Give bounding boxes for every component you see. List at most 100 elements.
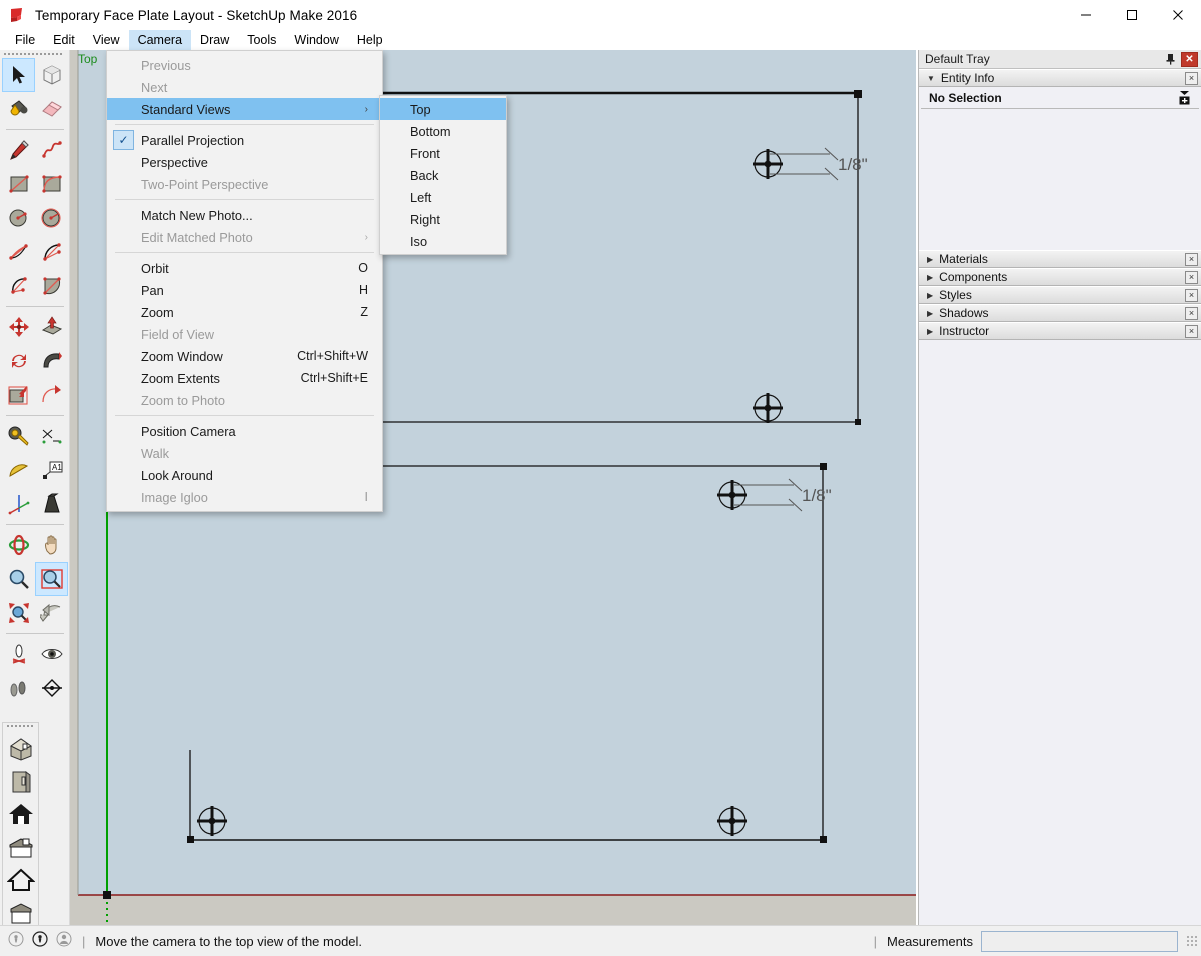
panel-close-instructor[interactable]: × bbox=[1185, 324, 1198, 338]
menu-item-look-around[interactable]: Look Around bbox=[107, 464, 382, 486]
camera-menu-dropdown[interactable]: Previous Next Standard Views › ✓ Parallel Pro… bbox=[106, 50, 383, 512]
submenu-item-front[interactable]: Front bbox=[380, 142, 506, 164]
menu-help[interactable]: Help bbox=[348, 30, 392, 50]
tray-close-button[interactable]: ✕ bbox=[1181, 51, 1198, 67]
offset-icon[interactable] bbox=[35, 378, 68, 412]
menu-item-zoom-window[interactable]: Zoom Window Ctrl+Shift+W bbox=[107, 345, 382, 367]
panel-header-styles[interactable]: ▶ Styles × bbox=[919, 286, 1201, 304]
orbit-icon[interactable] bbox=[2, 528, 35, 562]
two-point-arc-icon[interactable] bbox=[35, 235, 68, 269]
make-component-icon[interactable] bbox=[35, 58, 68, 92]
submenu-item-right[interactable]: Right bbox=[380, 208, 506, 230]
menu-tools[interactable]: Tools bbox=[238, 30, 285, 50]
front-view-icon[interactable] bbox=[3, 764, 38, 797]
eraser-icon[interactable] bbox=[35, 92, 68, 126]
paint-bucket-icon[interactable] bbox=[2, 92, 35, 126]
menu-item-label: Image Igloo bbox=[141, 489, 208, 505]
toolbar-row bbox=[2, 562, 68, 596]
toolbar-row: A1 bbox=[2, 453, 68, 487]
pan-hand-icon[interactable] bbox=[35, 528, 68, 562]
default-tray: Default Tray ✕ ▼ Entity Info × No Select… bbox=[918, 50, 1201, 925]
follow-me-icon[interactable] bbox=[35, 344, 68, 378]
toolbar-grip[interactable] bbox=[4, 52, 64, 57]
resize-grip-icon[interactable] bbox=[1186, 935, 1198, 947]
back-view-icon[interactable] bbox=[3, 863, 38, 896]
measurements-input[interactable] bbox=[981, 930, 1178, 952]
person-circle-icon[interactable] bbox=[56, 931, 72, 952]
panel-close-entity-info[interactable]: × bbox=[1185, 71, 1198, 85]
select-arrow-icon[interactable] bbox=[2, 58, 35, 92]
three-point-arc-icon[interactable] bbox=[2, 269, 35, 303]
walk-icon[interactable] bbox=[2, 671, 35, 705]
menu-item-label: Standard Views bbox=[141, 101, 231, 117]
protractor-icon[interactable] bbox=[2, 453, 35, 487]
scale-icon[interactable] bbox=[2, 378, 35, 412]
panel-close-materials[interactable]: × bbox=[1185, 252, 1198, 266]
polygon-icon[interactable] bbox=[35, 201, 68, 235]
axes-icon[interactable] bbox=[2, 487, 35, 521]
close-button[interactable] bbox=[1155, 0, 1201, 30]
maximize-button[interactable] bbox=[1109, 0, 1155, 30]
menu-camera[interactable]: Camera bbox=[128, 30, 192, 50]
menu-item-orbit[interactable]: Orbit O bbox=[107, 257, 382, 279]
section-plane-icon[interactable] bbox=[35, 671, 68, 705]
previous-view-icon[interactable] bbox=[35, 596, 68, 630]
push-pull-icon[interactable] bbox=[35, 310, 68, 344]
menu-item-zoom-extents[interactable]: Zoom Extents Ctrl+Shift+E bbox=[107, 367, 382, 389]
zoom-window-icon[interactable] bbox=[35, 562, 68, 596]
rotate-icon[interactable] bbox=[2, 344, 35, 378]
iso-view-icon[interactable] bbox=[3, 731, 38, 764]
look-around-icon[interactable] bbox=[35, 637, 68, 671]
dimension-icon[interactable] bbox=[35, 419, 68, 453]
standard-views-submenu[interactable]: Top Bottom Front Back Left Right Iso bbox=[379, 95, 507, 255]
tape-measure-icon[interactable] bbox=[2, 419, 35, 453]
pin-icon[interactable] bbox=[1162, 51, 1178, 67]
submenu-item-top[interactable]: Top bbox=[380, 98, 506, 120]
zoom-extents-icon[interactable] bbox=[2, 596, 35, 630]
menu-item-zoom[interactable]: Zoom Z bbox=[107, 301, 382, 323]
pencil-line-icon[interactable] bbox=[2, 133, 35, 167]
expand-collapse-icon[interactable] bbox=[1178, 90, 1191, 105]
position-camera-icon[interactable] bbox=[2, 637, 35, 671]
menu-item-position-camera[interactable]: Position Camera bbox=[107, 420, 382, 442]
panel-close-styles[interactable]: × bbox=[1185, 288, 1198, 302]
menu-item-pan[interactable]: Pan H bbox=[107, 279, 382, 301]
rectangle-icon[interactable] bbox=[2, 167, 35, 201]
menu-window[interactable]: Window bbox=[285, 30, 347, 50]
panel-header-instructor[interactable]: ▶ Instructor × bbox=[919, 322, 1201, 340]
panel-header-materials[interactable]: ▶ Materials × bbox=[919, 250, 1201, 268]
panel-header-components[interactable]: ▶ Components × bbox=[919, 268, 1201, 286]
panel-close-shadows[interactable]: × bbox=[1185, 306, 1198, 320]
menu-item-parallel-projection[interactable]: ✓ Parallel Projection bbox=[107, 129, 382, 151]
3d-text-icon[interactable] bbox=[35, 487, 68, 521]
submenu-item-iso[interactable]: Iso bbox=[380, 230, 506, 252]
info-circle-icon[interactable] bbox=[32, 930, 48, 952]
circle-icon[interactable] bbox=[2, 201, 35, 235]
zoom-icon[interactable] bbox=[2, 562, 35, 596]
right-view-icon[interactable] bbox=[3, 830, 38, 863]
rotated-rectangle-icon[interactable] bbox=[35, 167, 68, 201]
tray-empty-area bbox=[919, 374, 1201, 925]
views-toolbar-grip[interactable] bbox=[7, 725, 35, 729]
menu-item-match-new-photo[interactable]: Match New Photo... bbox=[107, 204, 382, 226]
arc-icon[interactable] bbox=[2, 235, 35, 269]
submenu-item-bottom[interactable]: Bottom bbox=[380, 120, 506, 142]
top-view-icon[interactable] bbox=[3, 797, 38, 830]
submenu-item-left[interactable]: Left bbox=[380, 186, 506, 208]
panel-header-entity-info[interactable]: ▼ Entity Info × bbox=[919, 69, 1201, 87]
move-icon[interactable] bbox=[2, 310, 35, 344]
help-circle-icon[interactable] bbox=[8, 931, 24, 952]
menu-item-standard-views[interactable]: Standard Views › bbox=[107, 98, 382, 120]
menu-edit[interactable]: Edit bbox=[44, 30, 84, 50]
pie-icon[interactable] bbox=[35, 269, 68, 303]
text-label-icon[interactable]: A1 bbox=[35, 453, 68, 487]
menu-item-perspective[interactable]: Perspective bbox=[107, 151, 382, 173]
submenu-item-back[interactable]: Back bbox=[380, 164, 506, 186]
menu-view[interactable]: View bbox=[84, 30, 129, 50]
panel-close-components[interactable]: × bbox=[1185, 270, 1198, 284]
freehand-icon[interactable] bbox=[35, 133, 68, 167]
minimize-button[interactable] bbox=[1063, 0, 1109, 30]
menu-draw[interactable]: Draw bbox=[191, 30, 238, 50]
panel-header-shadows[interactable]: ▶ Shadows × bbox=[919, 304, 1201, 322]
menu-file[interactable]: File bbox=[6, 30, 44, 50]
